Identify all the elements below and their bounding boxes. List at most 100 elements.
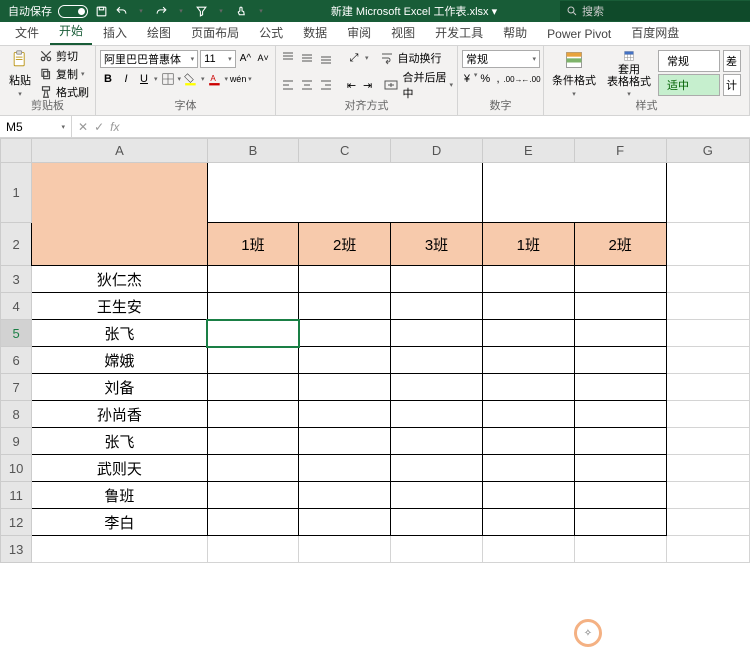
cell[interactable] <box>391 482 483 509</box>
undo-chevron-icon[interactable]: ▾ <box>134 4 148 18</box>
cell[interactable] <box>574 266 666 293</box>
cell[interactable] <box>299 401 391 428</box>
tab-help[interactable]: 帮助 <box>494 20 536 45</box>
font-grow-icon[interactable]: A^ <box>238 50 254 66</box>
cell[interactable]: 武则天 <box>32 455 207 482</box>
phonetic-button[interactable]: wén <box>230 71 246 87</box>
cell[interactable] <box>574 293 666 320</box>
row-header[interactable]: 1 <box>1 163 32 223</box>
font-color-button[interactable]: A <box>207 71 223 87</box>
cell[interactable] <box>666 482 749 509</box>
cell[interactable] <box>574 320 666 347</box>
orientation-icon[interactable]: ⤢ <box>346 50 362 66</box>
font-shrink-icon[interactable]: A˅ <box>255 50 271 66</box>
merge-button[interactable] <box>383 77 399 93</box>
row-header[interactable]: 7 <box>1 374 32 401</box>
style-bad[interactable]: 差 <box>723 50 741 72</box>
tab-insert[interactable]: 插入 <box>94 20 136 45</box>
cell[interactable] <box>299 293 391 320</box>
cell[interactable] <box>574 509 666 536</box>
row-header[interactable]: 10 <box>1 455 32 482</box>
tab-file[interactable]: 文件 <box>6 20 48 45</box>
cell[interactable]: 李白 <box>32 509 207 536</box>
row-header[interactable]: 11 <box>1 482 32 509</box>
cell[interactable] <box>299 536 391 563</box>
tab-layout[interactable]: 页面布局 <box>182 20 248 45</box>
cell[interactable]: 1班 <box>207 223 299 266</box>
document-title[interactable]: 新建 Microsoft Excel 工作表.xlsx ▾ <box>268 3 560 19</box>
cell[interactable] <box>391 293 483 320</box>
filter-chevron-icon[interactable]: ▾ <box>214 4 228 18</box>
col-header[interactable]: A <box>32 139 207 163</box>
cell[interactable] <box>391 455 483 482</box>
cell[interactable] <box>207 509 299 536</box>
cell[interactable] <box>482 163 666 223</box>
cell[interactable] <box>574 482 666 509</box>
cell[interactable] <box>666 293 749 320</box>
autosave-toggle[interactable] <box>58 5 88 18</box>
indent-dec-icon[interactable]: ⇤ <box>345 77 358 93</box>
align-left-icon[interactable] <box>280 77 296 93</box>
cell[interactable] <box>207 374 299 401</box>
cell[interactable] <box>207 482 299 509</box>
cell[interactable]: 3班 <box>391 223 483 266</box>
tab-baidu[interactable]: 百度网盘 <box>622 20 688 45</box>
cut-button[interactable]: 剪切 <box>39 48 89 65</box>
cell[interactable]: 2班 <box>299 223 391 266</box>
col-header[interactable]: B <box>207 139 299 163</box>
border-button[interactable] <box>160 71 176 87</box>
cell[interactable]: 鲁班 <box>32 482 207 509</box>
select-all-corner[interactable] <box>1 139 32 163</box>
row-header[interactable]: 3 <box>1 266 32 293</box>
cell[interactable] <box>391 266 483 293</box>
row-header[interactable]: 12 <box>1 509 32 536</box>
tab-formula[interactable]: 公式 <box>250 20 292 45</box>
cell[interactable] <box>666 509 749 536</box>
cell[interactable] <box>207 347 299 374</box>
cell[interactable] <box>482 266 574 293</box>
cell[interactable]: 狄仁杰 <box>32 266 207 293</box>
cancel-icon[interactable]: ✕ <box>78 120 88 134</box>
dec-decimal-icon[interactable]: ←.00 <box>523 71 539 87</box>
cell[interactable]: 刘备 <box>32 374 207 401</box>
qat-custom-chevron-icon[interactable]: ▾ <box>254 4 268 18</box>
cell[interactable] <box>391 428 483 455</box>
cell[interactable] <box>32 536 207 563</box>
cell-selected[interactable] <box>207 320 299 347</box>
cell[interactable] <box>482 320 574 347</box>
enter-icon[interactable]: ✓ <box>94 120 104 134</box>
cell[interactable] <box>207 428 299 455</box>
style-mid[interactable]: 适中 <box>658 74 720 96</box>
redo-icon[interactable] <box>154 4 168 18</box>
cell[interactable] <box>574 455 666 482</box>
cell[interactable] <box>482 428 574 455</box>
cell[interactable] <box>482 401 574 428</box>
fill-color-button[interactable] <box>183 71 199 87</box>
cell[interactable] <box>299 455 391 482</box>
cell[interactable]: 2班 <box>574 223 666 266</box>
touch-icon[interactable] <box>234 4 248 18</box>
cell[interactable] <box>574 374 666 401</box>
cell[interactable] <box>574 536 666 563</box>
name-box[interactable]: M5▾ <box>0 116 72 137</box>
fx-icon[interactable]: fx <box>110 120 119 134</box>
copy-button[interactable]: 复制▾ <box>39 66 89 83</box>
cell[interactable] <box>482 536 574 563</box>
cell[interactable] <box>482 293 574 320</box>
cell[interactable] <box>666 320 749 347</box>
col-header[interactable]: F <box>574 139 666 163</box>
font-size-select[interactable]: 11▾ <box>200 50 235 68</box>
style-calc[interactable]: 计 <box>723 74 741 96</box>
row-header[interactable]: 8 <box>1 401 32 428</box>
cell[interactable] <box>391 374 483 401</box>
cell[interactable] <box>391 347 483 374</box>
indent-inc-icon[interactable]: ⇥ <box>361 77 374 93</box>
save-icon[interactable] <box>94 4 108 18</box>
cell[interactable]: 张飞 <box>32 428 207 455</box>
cell[interactable] <box>299 482 391 509</box>
cell[interactable] <box>207 266 299 293</box>
row-header[interactable]: 9 <box>1 428 32 455</box>
cell[interactable] <box>299 428 391 455</box>
cell[interactable] <box>207 401 299 428</box>
tab-data[interactable]: 数据 <box>294 20 336 45</box>
